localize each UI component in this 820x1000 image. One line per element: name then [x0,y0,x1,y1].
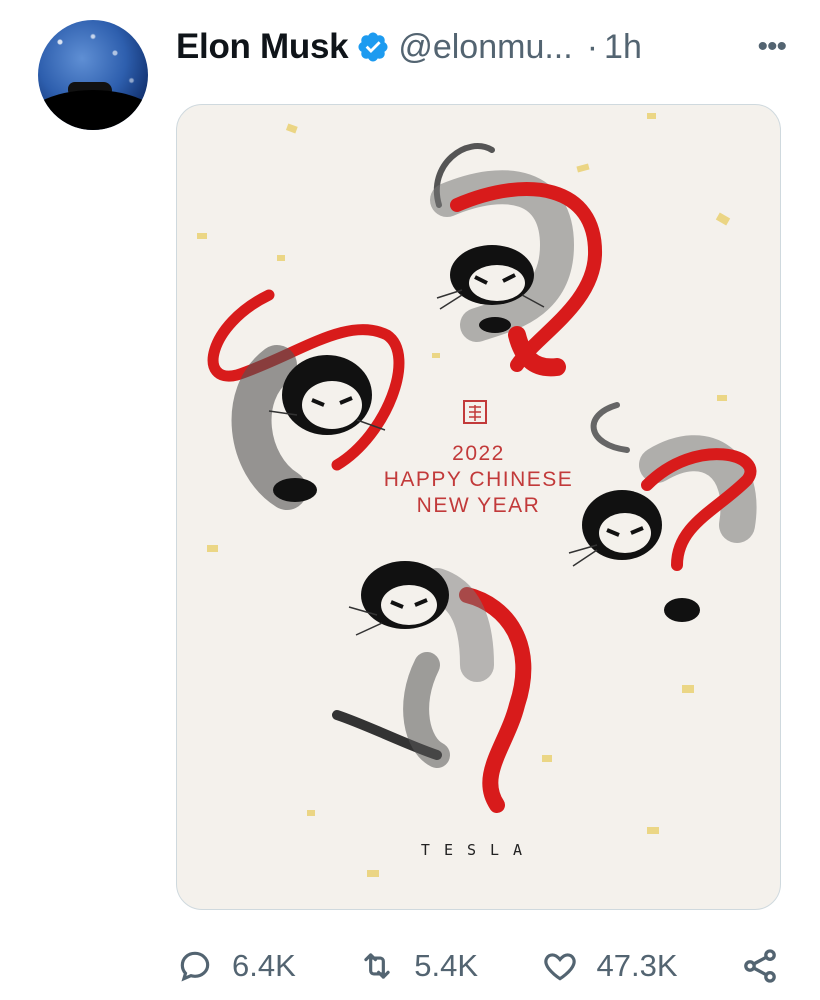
greeting-line-1: HAPPY CHINESE [383,468,574,491]
share-button[interactable] [740,946,780,986]
tesla-wordmark: TESLA [420,841,537,859]
author-handle[interactable]: @elonmu... [398,28,572,67]
tiger-top [430,143,603,377]
author-name[interactable]: Elon Musk [176,27,349,67]
verified-badge-icon [358,32,388,62]
greeting-line-2: NEW YEAR [416,494,541,517]
greeting-year: 2022 [452,442,505,465]
retweet-icon [364,953,390,979]
red-seal-stamp [463,400,487,424]
tweet-timestamp[interactable]: 1h [604,28,642,67]
reply-count: 6.4K [232,948,296,983]
author-avatar[interactable] [38,20,148,130]
tiger-bottom [332,561,532,813]
greeting-text: 2022 HAPPY CHINESE NEW YEAR [177,441,780,519]
reply-button[interactable]: 6.4K [176,947,296,985]
like-button[interactable]: 47.3K [541,947,678,985]
share-icon [744,949,776,983]
tweet-actions: 6.4K 5.4K 47.3K [176,944,780,988]
retweet-count: 5.4K [414,948,479,983]
header-separator: · [586,27,599,66]
tweet-header: Elon Musk @elonmu... · 1h ••• [176,22,790,72]
retweet-button[interactable]: 5.4K [358,947,478,985]
reply-icon [180,951,210,982]
tweet-image-card[interactable]: 2022 HAPPY CHINESE NEW YEAR TESLA [176,104,781,910]
like-count: 47.3K [596,948,678,983]
heart-icon [543,953,576,981]
avatar-horizon [38,90,148,130]
more-options-icon[interactable]: ••• [757,30,786,64]
